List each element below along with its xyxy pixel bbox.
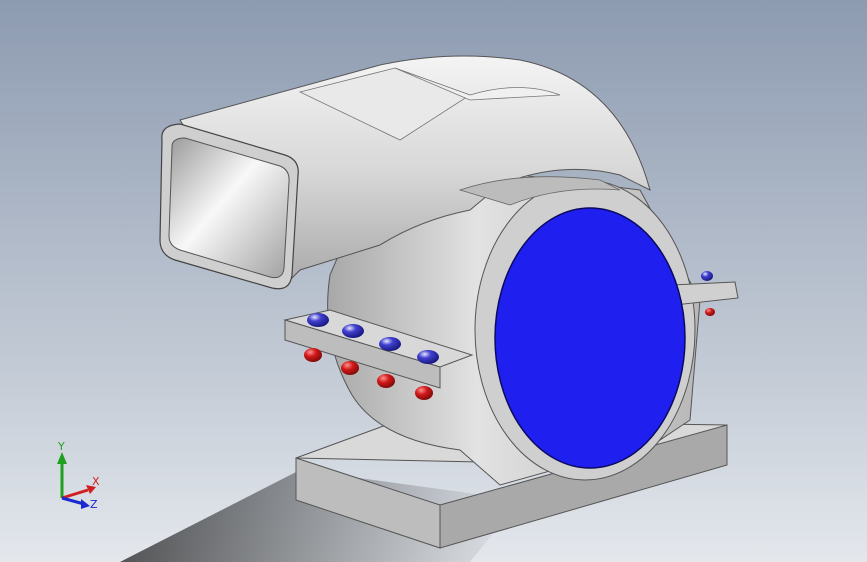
graphics-viewport[interactable]: Y X Z bbox=[0, 0, 867, 562]
nut bbox=[377, 374, 395, 388]
nut bbox=[705, 308, 715, 316]
z-axis-line bbox=[61, 496, 85, 506]
x-axis-line bbox=[61, 488, 89, 500]
bolt-head bbox=[342, 324, 364, 338]
x-axis-label: X bbox=[92, 475, 100, 488]
y-axis-arrow bbox=[57, 452, 67, 464]
bolt-head bbox=[417, 350, 439, 364]
model-view[interactable] bbox=[0, 0, 867, 562]
nut bbox=[304, 348, 322, 362]
bolt-head bbox=[307, 313, 329, 327]
bolt-head bbox=[701, 271, 713, 281]
nut bbox=[341, 361, 359, 375]
reference-triad[interactable]: Y X Z bbox=[44, 440, 114, 520]
z-axis-arrow bbox=[81, 499, 90, 509]
z-axis-label: Z bbox=[90, 498, 98, 511]
blue-face bbox=[494, 207, 686, 469]
y-axis-label: Y bbox=[57, 440, 65, 453]
nut bbox=[415, 386, 433, 400]
bolt-head bbox=[379, 337, 401, 351]
